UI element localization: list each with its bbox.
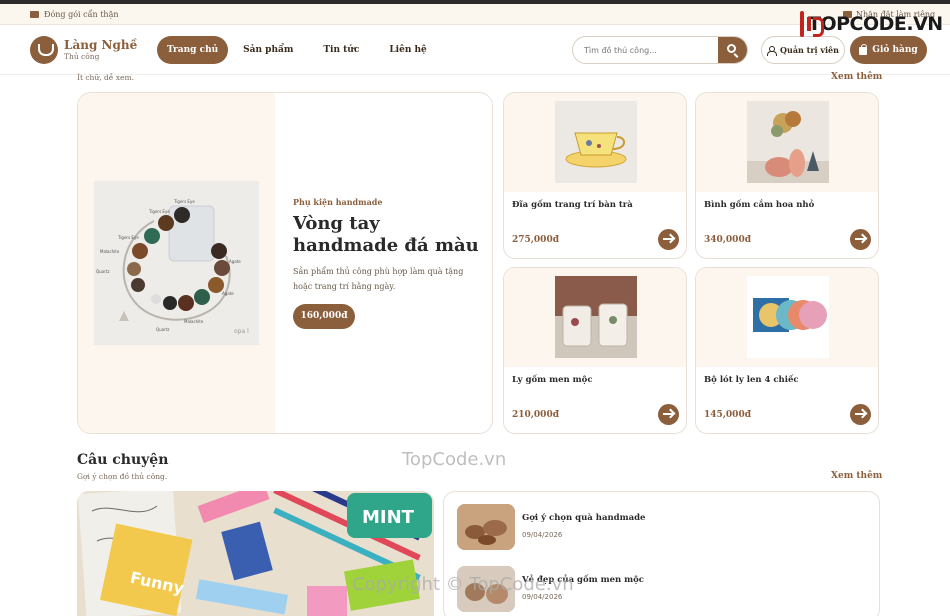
story-feature-image[interactable]: Funny MINT <box>77 491 434 616</box>
product-name: Bình gốm cắm hoa nhỏ <box>704 200 815 210</box>
user-icon <box>767 45 778 56</box>
post-date: 09/04/2026 <box>522 593 563 601</box>
product-image-area <box>504 93 686 192</box>
story-see-more-link[interactable]: Xem thêm <box>831 471 882 481</box>
story-image-word: MINT <box>362 507 415 528</box>
announcement-left-text: Đóng gói cẩn thận <box>44 10 119 19</box>
arrow-right-icon[interactable] <box>850 404 871 425</box>
product-image-coaster <box>747 276 829 358</box>
search-box <box>572 36 748 64</box>
topcode-logo-text: TOPCODE.VN <box>808 12 943 35</box>
brand-logo[interactable]: Làng Nghề Thủ công <box>30 36 137 64</box>
post-date: 09/04/2026 <box>522 531 563 539</box>
product-image-cups <box>555 276 637 358</box>
bead-label: Malachite <box>100 249 120 254</box>
arrow-right-icon[interactable] <box>658 404 679 425</box>
product-card[interactable]: Ly gốm men mộc 210,000đ <box>503 267 687 434</box>
product-image-area <box>504 268 686 367</box>
product-card[interactable]: Bình gốm cắm hoa nhỏ 340,000đ <box>695 92 879 259</box>
featured-image-area: Tigers Eye Tigers Eye Malachite Agate Qu… <box>78 93 275 433</box>
story-post[interactable]: Vẻ đẹp của gốm men mộc 09/04/2026 <box>457 566 857 614</box>
product-image-vase <box>747 101 829 183</box>
post-thumbnail <box>457 504 515 550</box>
featured-title[interactable]: Vòng tay handmade đá màu <box>293 213 483 257</box>
product-name: Bộ lót ly len 4 chiếc <box>704 375 799 385</box>
bead-label: Agate <box>229 259 241 264</box>
bead-label: Quartz <box>96 269 109 274</box>
story-section-title: Câu chuyện <box>77 452 169 468</box>
search-icon <box>727 44 736 53</box>
announcement-left: Đóng gói cẩn thận <box>30 10 119 19</box>
arrow-right-icon[interactable] <box>850 229 871 250</box>
featured-category: Phụ kiện handmade <box>293 197 383 207</box>
bead-label: Agate <box>222 291 234 296</box>
product-image-area <box>696 93 878 192</box>
main-nav: Trang chủ Sản phẩm Tin tức Liên hệ <box>157 36 442 64</box>
topcode-mark-icon <box>800 10 824 37</box>
post-thumbnail <box>457 566 515 612</box>
story-subtitle: Gợi ý chọn đồ thủ công. <box>77 472 168 481</box>
bead-label: opa l <box>234 328 249 335</box>
product-name: Ly gốm men mộc <box>512 375 593 385</box>
nav-contact[interactable]: Liên hệ <box>374 36 441 64</box>
post-title: Gợi ý chọn quà handmade <box>522 513 646 523</box>
products-subtitle: Ít chữ, dễ xem. <box>77 73 134 82</box>
cart-label: Giỏ hàng <box>872 45 918 55</box>
brand-subtitle: Thủ công <box>64 51 100 61</box>
post-title: Vẻ đẹp của gốm men mộc <box>522 575 644 585</box>
package-icon <box>30 11 39 18</box>
brand-name: Làng Nghề <box>64 37 138 52</box>
cart-button[interactable]: Giỏ hàng <box>850 36 927 64</box>
bracelet-image: Tigers Eye Tigers Eye Malachite Agate Qu… <box>94 181 259 345</box>
search-input[interactable] <box>573 37 720 63</box>
product-card[interactable]: Bộ lót ly len 4 chiếc 145,000đ <box>695 267 879 434</box>
product-image-teacup <box>555 101 637 183</box>
topcode-logo-watermark: TOPCODE.VN <box>800 10 943 37</box>
product-price: 210,000đ <box>512 410 559 420</box>
nav-home[interactable]: Trang chủ <box>157 36 229 64</box>
product-image-area <box>696 268 878 367</box>
admin-button[interactable]: Quản trị viên <box>761 36 845 64</box>
product-price: 275,000đ <box>512 235 559 245</box>
products-see-more-link[interactable]: Xem thêm <box>831 72 882 82</box>
product-price: 145,000đ <box>704 410 751 420</box>
brand-hands-icon <box>30 36 58 64</box>
arrow-right-icon[interactable] <box>658 229 679 250</box>
product-card[interactable]: Đĩa gốm trang trí bàn trà 275,000đ <box>503 92 687 259</box>
bead-label: Quartz <box>156 327 169 332</box>
product-price: 340,000đ <box>704 235 751 245</box>
product-name: Đĩa gốm trang trí bàn trà <box>512 200 633 210</box>
watermark-text: TopCode.vn <box>402 449 507 470</box>
featured-price-button[interactable]: 160,000đ <box>293 304 355 329</box>
nav-products[interactable]: Sản phẩm <box>228 36 308 64</box>
story-post-list: Gợi ý chọn quà handmade 09/04/2026 Vẻ đẹ… <box>443 491 880 616</box>
featured-product-card[interactable]: Tigers Eye Tigers Eye Malachite Agate Qu… <box>77 92 493 434</box>
bead-label: Tigers Eye <box>173 199 195 204</box>
story-post[interactable]: Gợi ý chọn quà handmade 09/04/2026 <box>457 504 857 552</box>
admin-label: Quản trị viên <box>780 45 839 55</box>
bead-label: Tigers Eye <box>148 209 170 214</box>
search-button[interactable] <box>718 37 747 63</box>
bead-label: Malachite <box>184 319 204 324</box>
featured-description: Sản phẩm thủ công phù hợp làm quà tặng h… <box>293 267 464 291</box>
nav-news[interactable]: Tin tức <box>308 36 374 64</box>
shopping-bag-icon <box>859 44 868 55</box>
bead-label: Tigers Eye <box>117 235 139 240</box>
